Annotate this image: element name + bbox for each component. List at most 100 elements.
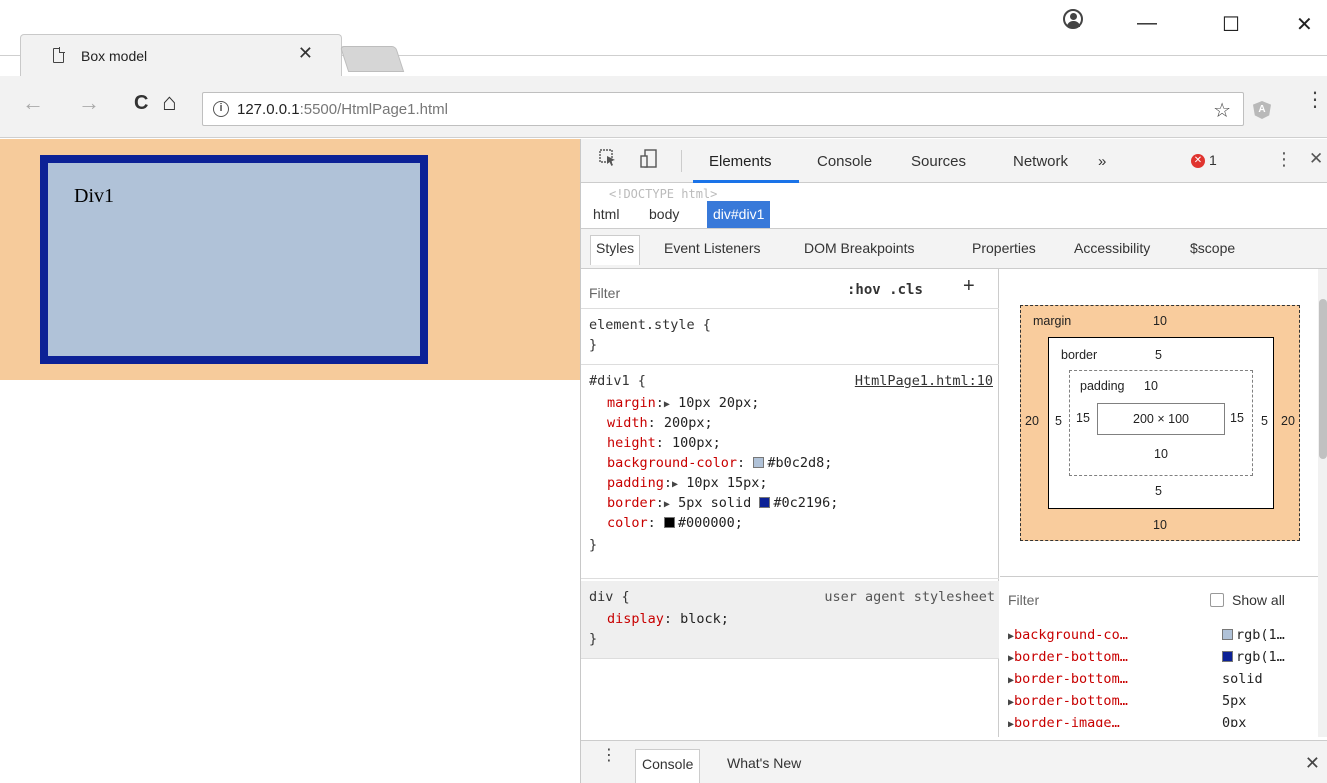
doctype-line[interactable]: <!DOCTYPE html> bbox=[609, 187, 717, 201]
error-count[interactable]: 1 bbox=[1209, 152, 1217, 168]
computed-row[interactable]: ▶border-image… 0px bbox=[1000, 713, 1318, 727]
style-prop-row[interactable]: padding:▶ 10px 15px; bbox=[607, 475, 768, 491]
ua-source-label: user agent stylesheet bbox=[824, 589, 995, 605]
computed-row[interactable]: ▶border-bottom… rgb(1… bbox=[1000, 647, 1318, 669]
tab-close-icon[interactable]: ✕ bbox=[298, 43, 313, 64]
style-prop-row[interactable]: border:▶ 5px solid #0c2196; bbox=[607, 495, 838, 511]
margin-right-value[interactable]: 20 bbox=[1281, 414, 1295, 428]
color-swatch-icon[interactable] bbox=[753, 457, 765, 468]
tab-console[interactable]: Console bbox=[817, 153, 872, 170]
browser-toolbar: ← → C ⌂ i 127.0.0.1:5500/HtmlPage1.html … bbox=[0, 76, 1327, 138]
forward-button[interactable]: → bbox=[78, 90, 100, 116]
back-button[interactable]: ← bbox=[22, 90, 44, 116]
computed-row[interactable]: ▶background-co… rgb(1… bbox=[1000, 625, 1318, 647]
div1-rule: #div1 { HtmlPage1.html:10 margin:▶ 10px … bbox=[581, 365, 999, 579]
tab-network[interactable]: Network bbox=[1013, 153, 1068, 170]
expand-triangle-icon[interactable]: ▶ bbox=[664, 499, 670, 510]
address-bar[interactable]: i 127.0.0.1:5500/HtmlPage1.html ☆ bbox=[202, 92, 1244, 126]
devtools-close-icon[interactable]: ✕ bbox=[1309, 149, 1323, 169]
devtools-menu-icon[interactable]: ⋮ bbox=[1275, 149, 1293, 170]
page-viewport: Div1 bbox=[0, 139, 580, 783]
color-swatch-icon[interactable] bbox=[759, 497, 771, 508]
site-info-icon[interactable]: i bbox=[213, 101, 229, 117]
breadcrumb-div1[interactable]: div#div1 bbox=[707, 201, 771, 228]
computed-row[interactable]: ▶border-bottom… solid bbox=[1000, 669, 1318, 691]
subtab-scope[interactable]: $scope bbox=[1185, 238, 1240, 268]
border-bottom-value[interactable]: 5 bbox=[1155, 484, 1162, 498]
style-prop-row[interactable]: color: #000000; bbox=[607, 515, 743, 531]
browser-menu-icon[interactable]: ⋮ bbox=[1305, 90, 1325, 110]
computed-row[interactable]: ▶border-bottom… 5px bbox=[1000, 691, 1318, 713]
subtab-accessibility[interactable]: Accessibility bbox=[1069, 238, 1155, 268]
color-swatch-icon[interactable] bbox=[663, 517, 675, 528]
computed-pane: Filter Show all ▶background-co… rgb(1… ▶… bbox=[1000, 577, 1318, 739]
scrollbar-thumb[interactable] bbox=[1319, 299, 1327, 459]
div1-source-link[interactable]: HtmlPage1.html:10 bbox=[855, 373, 993, 389]
devtools-panel: Elements Console Sources Network » ✕ 1 ⋮… bbox=[580, 139, 1327, 783]
angular-extension-icon[interactable]: A bbox=[1253, 101, 1271, 119]
computed-prop-value: 0px bbox=[1222, 715, 1247, 727]
padding-bottom-value[interactable]: 10 bbox=[1154, 447, 1168, 461]
show-all-label[interactable]: Show all bbox=[1232, 592, 1285, 608]
show-all-checkbox[interactable] bbox=[1210, 593, 1224, 607]
subtab-event-listeners[interactable]: Event Listeners bbox=[659, 238, 766, 268]
tab-elements[interactable]: Elements bbox=[709, 153, 772, 170]
expand-triangle-icon[interactable]: ▶ bbox=[672, 479, 678, 490]
border-right-value[interactable]: 5 bbox=[1261, 414, 1268, 428]
margin-top-value[interactable]: 10 bbox=[1153, 314, 1167, 328]
border-left-value[interactable]: 5 bbox=[1055, 414, 1062, 428]
ua-div-rule: div { user agent stylesheet display: blo… bbox=[581, 581, 999, 659]
padding-right-value[interactable]: 15 bbox=[1230, 411, 1244, 425]
bookmark-star-icon[interactable]: ☆ bbox=[1213, 98, 1231, 123]
home-button[interactable]: ⌂ bbox=[162, 90, 177, 116]
cls-label[interactable]: .cls bbox=[889, 282, 923, 298]
style-prop-row[interactable]: width: 200px; bbox=[607, 415, 713, 431]
computed-filter-input[interactable]: Filter bbox=[1008, 592, 1039, 608]
drawer-menu-icon[interactable]: ⋮ bbox=[601, 748, 617, 764]
device-toolbar-icon[interactable] bbox=[639, 149, 659, 174]
drawer-tab-whats-new[interactable]: What's New bbox=[721, 749, 807, 783]
style-prop-row[interactable]: background-color: #b0c2d8; bbox=[607, 455, 832, 471]
new-tab-button[interactable] bbox=[339, 46, 405, 72]
drawer-tab-console[interactable]: Console bbox=[635, 749, 701, 783]
margin-bottom-value[interactable]: 10 bbox=[1153, 518, 1167, 532]
expand-triangle-icon[interactable]: ▶ bbox=[664, 399, 670, 410]
drawer-close-icon[interactable]: ✕ bbox=[1305, 753, 1320, 774]
padding-left-value[interactable]: 15 bbox=[1076, 411, 1090, 425]
url-text: 127.0.0.1:5500/HtmlPage1.html bbox=[237, 101, 448, 118]
hov-toggle[interactable]: :hov .cls bbox=[847, 282, 923, 298]
padding-top-value[interactable]: 10 bbox=[1144, 379, 1158, 393]
minimize-button[interactable]: — bbox=[1137, 12, 1157, 35]
tab-sources[interactable]: Sources bbox=[911, 153, 966, 170]
styles-filter-input[interactable]: Filter bbox=[589, 285, 620, 301]
style-prop-row[interactable]: margin:▶ 10px 20px; bbox=[607, 395, 759, 411]
computed-prop-value: 5px bbox=[1222, 693, 1247, 709]
maximize-button[interactable]: ☐ bbox=[1222, 12, 1240, 37]
reload-button[interactable]: C bbox=[134, 90, 148, 116]
style-prop-row[interactable]: height: 100px; bbox=[607, 435, 721, 451]
subtab-styles[interactable]: Styles bbox=[590, 235, 641, 265]
div1-box[interactable]: Div1 bbox=[40, 155, 428, 364]
box-model-content[interactable]: 200 × 100 bbox=[1097, 403, 1225, 435]
breadcrumb: html body div#div1 bbox=[581, 201, 1327, 229]
browser-tab[interactable]: Box model ✕ bbox=[20, 34, 342, 76]
more-tabs-icon[interactable]: » bbox=[1098, 153, 1106, 170]
url-path: :5500/HtmlPage1.html bbox=[299, 101, 448, 118]
inspect-element-icon[interactable] bbox=[599, 149, 617, 172]
breadcrumb-body[interactable]: body bbox=[643, 201, 685, 228]
breadcrumb-html[interactable]: html bbox=[587, 201, 625, 228]
error-icon[interactable]: ✕ bbox=[1191, 154, 1205, 168]
subtab-dom-breakpoints[interactable]: DOM Breakpoints bbox=[799, 238, 919, 268]
new-rule-icon[interactable]: + bbox=[963, 275, 975, 298]
ua-selector: div { bbox=[589, 589, 630, 605]
profile-icon[interactable] bbox=[1063, 9, 1083, 29]
color-swatch-icon bbox=[1222, 651, 1233, 662]
sidebar-scrollbar[interactable] bbox=[1318, 269, 1327, 737]
subtab-properties[interactable]: Properties bbox=[967, 238, 1041, 268]
margin-left-value[interactable]: 20 bbox=[1025, 414, 1039, 428]
div1-selector[interactable]: #div1 { bbox=[589, 373, 646, 389]
box-model-pane: margin 10 20 20 10 border 5 5 5 5 paddin… bbox=[1000, 269, 1318, 577]
border-top-value[interactable]: 5 bbox=[1155, 348, 1162, 362]
window-close-button[interactable]: ✕ bbox=[1296, 12, 1313, 37]
element-style-selector[interactable]: element.style { bbox=[589, 317, 711, 333]
